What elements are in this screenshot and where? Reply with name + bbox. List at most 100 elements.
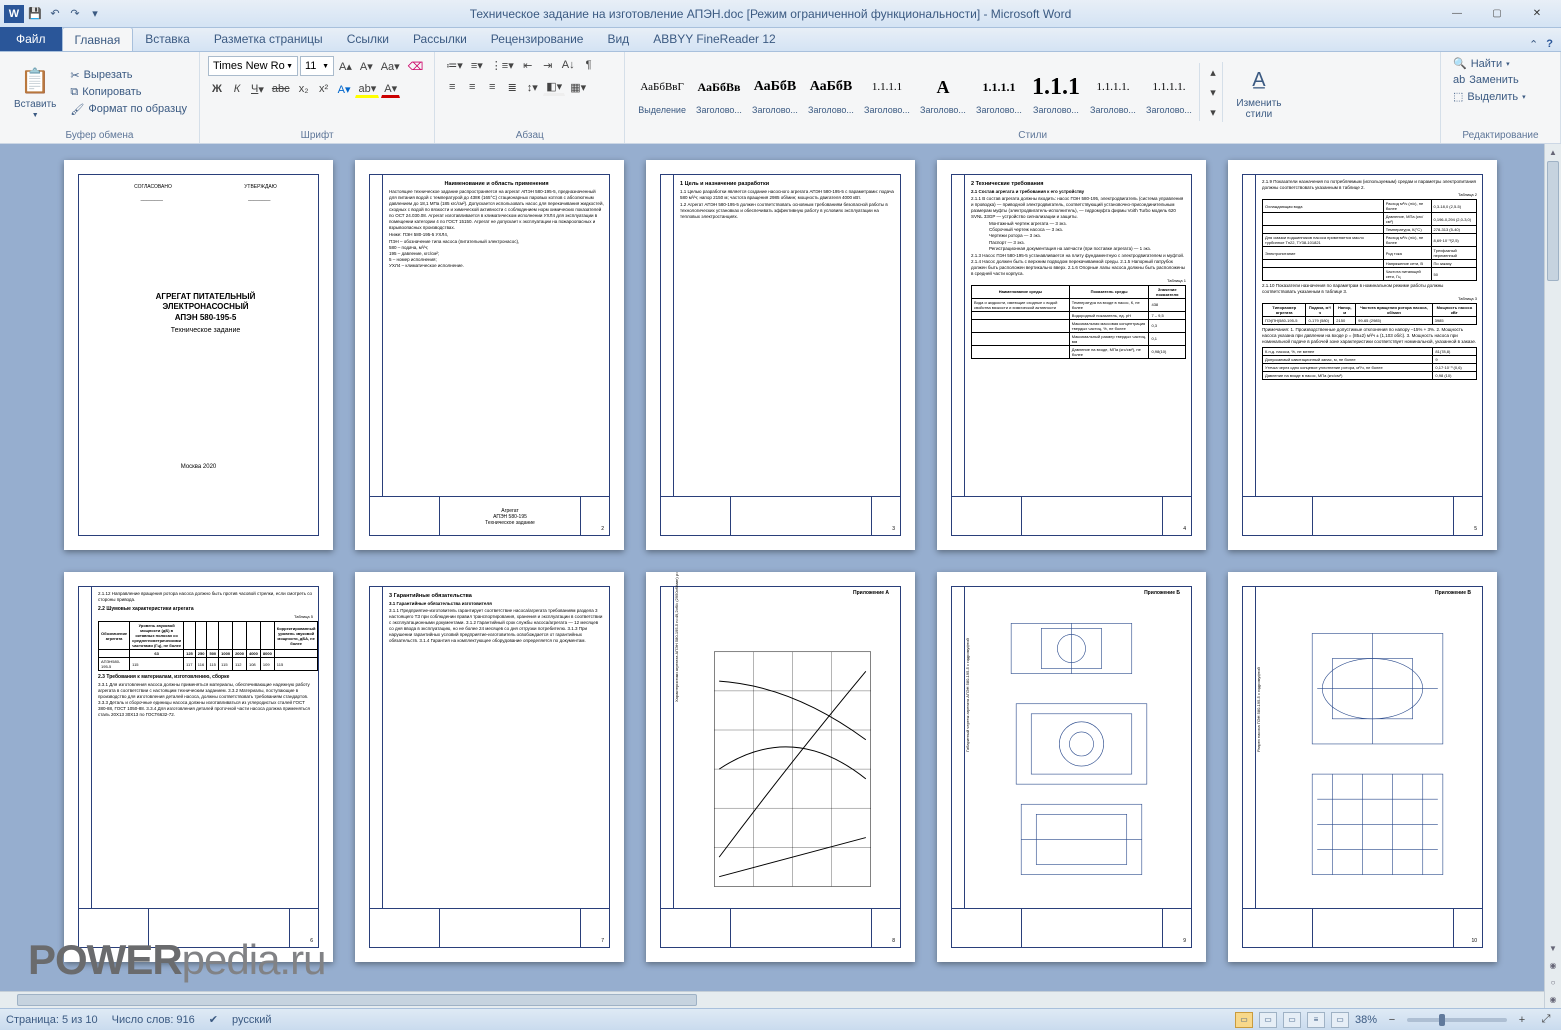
qat-customize-icon[interactable]: ▾ <box>86 5 104 23</box>
copy-button[interactable]: ⧉Копировать <box>66 85 191 100</box>
style-heading-c[interactable]: АаБбВЗаголово... <box>803 66 859 118</box>
shrink-font-button[interactable]: A▾ <box>357 57 376 75</box>
style-heading-e[interactable]: АЗаголово... <box>915 66 971 118</box>
view-outline[interactable]: ≡ <box>1307 1012 1325 1028</box>
next-page-icon[interactable]: ◉ <box>1545 991 1561 1008</box>
align-center-button[interactable]: ≡ <box>463 78 481 96</box>
zoom-slider[interactable] <box>1407 1018 1507 1022</box>
style-heading-g[interactable]: 1.1.1Заголово... <box>1027 66 1085 118</box>
ribbon-minimize-icon[interactable]: ⌃ <box>1529 38 1538 51</box>
zoom-fit-button[interactable]: ⤢ <box>1537 1011 1555 1029</box>
tab-references[interactable]: Ссылки <box>335 27 401 51</box>
page-4[interactable]: 2 Технические требования 2.1 Состав агре… <box>937 160 1206 550</box>
page-10[interactable]: Приложение В Разрез насоса ПЭН 580-195-5… <box>1228 572 1497 962</box>
tab-mailings[interactable]: Рассылки <box>401 27 479 51</box>
tab-insert[interactable]: Вставка <box>133 27 202 51</box>
style-heading-h[interactable]: 1.1.1.1.Заголово... <box>1085 66 1141 118</box>
line-spacing-button[interactable]: ↕▾ <box>523 78 541 96</box>
redo-icon[interactable]: ↷ <box>66 5 84 23</box>
change-styles-button[interactable]: A̲ Изменить стили <box>1222 62 1293 122</box>
view-print-layout[interactable]: ▭ <box>1235 1012 1253 1028</box>
zoom-level[interactable]: 38% <box>1355 1014 1377 1026</box>
save-icon[interactable]: 💾 <box>26 5 44 23</box>
highlight-button[interactable]: ab▾ <box>355 80 379 98</box>
zoom-out-button[interactable]: − <box>1383 1011 1401 1029</box>
numbering-button[interactable]: ≡▾ <box>468 56 486 74</box>
view-web[interactable]: ▭ <box>1283 1012 1301 1028</box>
grow-font-button[interactable]: A▴ <box>336 57 355 75</box>
text-effects-button[interactable]: A▾ <box>335 80 354 98</box>
horizontal-scrollbar[interactable] <box>0 991 1544 1008</box>
shading-button[interactable]: ◧▾ <box>543 78 565 96</box>
style-heading-b[interactable]: АаБбВЗаголово... <box>747 66 803 118</box>
bold-button[interactable]: Ж <box>208 80 226 98</box>
justify-button[interactable]: ≣ <box>503 78 521 96</box>
page-2[interactable]: Наименование и область применения Настоя… <box>355 160 624 550</box>
style-heading-f[interactable]: 1.1.1.1Заголово... <box>971 66 1027 118</box>
help-icon[interactable]: ? <box>1546 38 1553 51</box>
align-right-button[interactable]: ≡ <box>483 78 501 96</box>
page-8[interactable]: Приложение А Характе <box>646 572 915 962</box>
paste-button[interactable]: 📋 Вставить ▼ <box>8 63 62 121</box>
bullets-button[interactable]: ≔▾ <box>443 56 466 74</box>
multilevel-button[interactable]: ⋮≡▾ <box>488 56 517 74</box>
page-3[interactable]: 1 Цель и назначение разработки 1.1 Целью… <box>646 160 915 550</box>
font-family-combo[interactable]: Times New Ro▼ <box>208 56 298 76</box>
document-area[interactable]: СОГЛАСОВАНОУТВЕРЖДАЮ ________________ АГ… <box>0 144 1561 1008</box>
show-marks-button[interactable]: ¶ <box>580 56 598 74</box>
prev-page-icon[interactable]: ◉ <box>1545 957 1561 974</box>
underline-button[interactable]: Ч▾ <box>248 80 267 98</box>
undo-icon[interactable]: ↶ <box>46 5 64 23</box>
zoom-knob[interactable] <box>1439 1014 1445 1026</box>
status-proofing-icon[interactable]: ✔ <box>209 1013 218 1026</box>
maximize-button[interactable]: ▢ <box>1477 3 1517 25</box>
select-button[interactable]: ⬚Выделить▾ <box>1449 89 1552 104</box>
view-full-reading[interactable]: ▭ <box>1259 1012 1277 1028</box>
clear-format-button[interactable]: ⌫ <box>405 57 427 75</box>
zoom-in-button[interactable]: + <box>1513 1011 1531 1029</box>
styles-expand[interactable]: ▾ <box>1204 103 1222 121</box>
browse-object-icon[interactable]: ○ <box>1545 974 1561 991</box>
style-emphasis[interactable]: АаБбВвГВыделение <box>633 66 691 118</box>
scroll-up-icon[interactable]: ▲ <box>1545 144 1561 161</box>
find-button[interactable]: 🔍Найти▾ <box>1449 56 1552 71</box>
page-5[interactable]: 2.1.9 Показатели назначения по потребляе… <box>1228 160 1497 550</box>
tab-abbyy[interactable]: ABBYY FineReader 12 <box>641 27 788 51</box>
font-color-button[interactable]: A▾ <box>381 80 400 98</box>
tab-review[interactable]: Рецензирование <box>479 27 596 51</box>
format-painter-button[interactable]: 🖌Формат по образцу <box>66 102 191 117</box>
sort-button[interactable]: A↓ <box>559 56 578 74</box>
styles-row-up[interactable]: ▴ <box>1204 63 1222 81</box>
replace-button[interactable]: abЗаменить <box>1449 73 1552 87</box>
vscroll-thumb[interactable] <box>1547 161 1559 281</box>
indent-increase-button[interactable]: ⇥ <box>539 56 557 74</box>
tab-page-layout[interactable]: Разметка страницы <box>202 27 335 51</box>
vertical-scrollbar[interactable]: ▲ ▼ ◉ ○ ◉ <box>1544 144 1561 1008</box>
style-heading-d[interactable]: 1.1.1.1Заголово... <box>859 66 915 118</box>
page-6[interactable]: 2.1.12 Направление вращения ротора насос… <box>64 572 333 962</box>
align-left-button[interactable]: ≡ <box>443 78 461 96</box>
tab-view[interactable]: Вид <box>595 27 641 51</box>
close-button[interactable]: ✕ <box>1517 3 1557 25</box>
font-size-combo[interactable]: 11▼ <box>300 56 334 76</box>
status-words[interactable]: Число слов: 916 <box>112 1014 195 1026</box>
superscript-button[interactable]: x² <box>315 80 333 98</box>
italic-button[interactable]: К <box>228 80 246 98</box>
subscript-button[interactable]: x₂ <box>295 80 313 98</box>
status-language[interactable]: русский <box>232 1014 271 1026</box>
tab-home[interactable]: Главная <box>62 27 134 51</box>
minimize-button[interactable]: — <box>1437 3 1477 25</box>
page-1[interactable]: СОГЛАСОВАНОУТВЕРЖДАЮ ________________ АГ… <box>64 160 333 550</box>
style-heading-a[interactable]: АаБбВвЗаголово... <box>691 66 747 118</box>
strike-button[interactable]: abc <box>269 80 293 98</box>
page-7[interactable]: 3 Гарантийные обязательства 3.1 Гарантий… <box>355 572 624 962</box>
status-page[interactable]: Страница: 5 из 10 <box>6 1014 98 1026</box>
file-tab[interactable]: Файл <box>0 27 62 51</box>
scroll-down-icon[interactable]: ▼ <box>1545 940 1561 957</box>
style-heading-i[interactable]: 1.1.1.1.Заголово... <box>1141 66 1197 118</box>
cut-button[interactable]: ✂Вырезать <box>66 68 191 83</box>
styles-row-down[interactable]: ▾ <box>1204 83 1222 101</box>
indent-decrease-button[interactable]: ⇤ <box>519 56 537 74</box>
change-case-button[interactable]: Aa▾ <box>378 57 403 75</box>
page-9[interactable]: Приложение Б Габаритный чертеж агрегата … <box>937 572 1206 962</box>
